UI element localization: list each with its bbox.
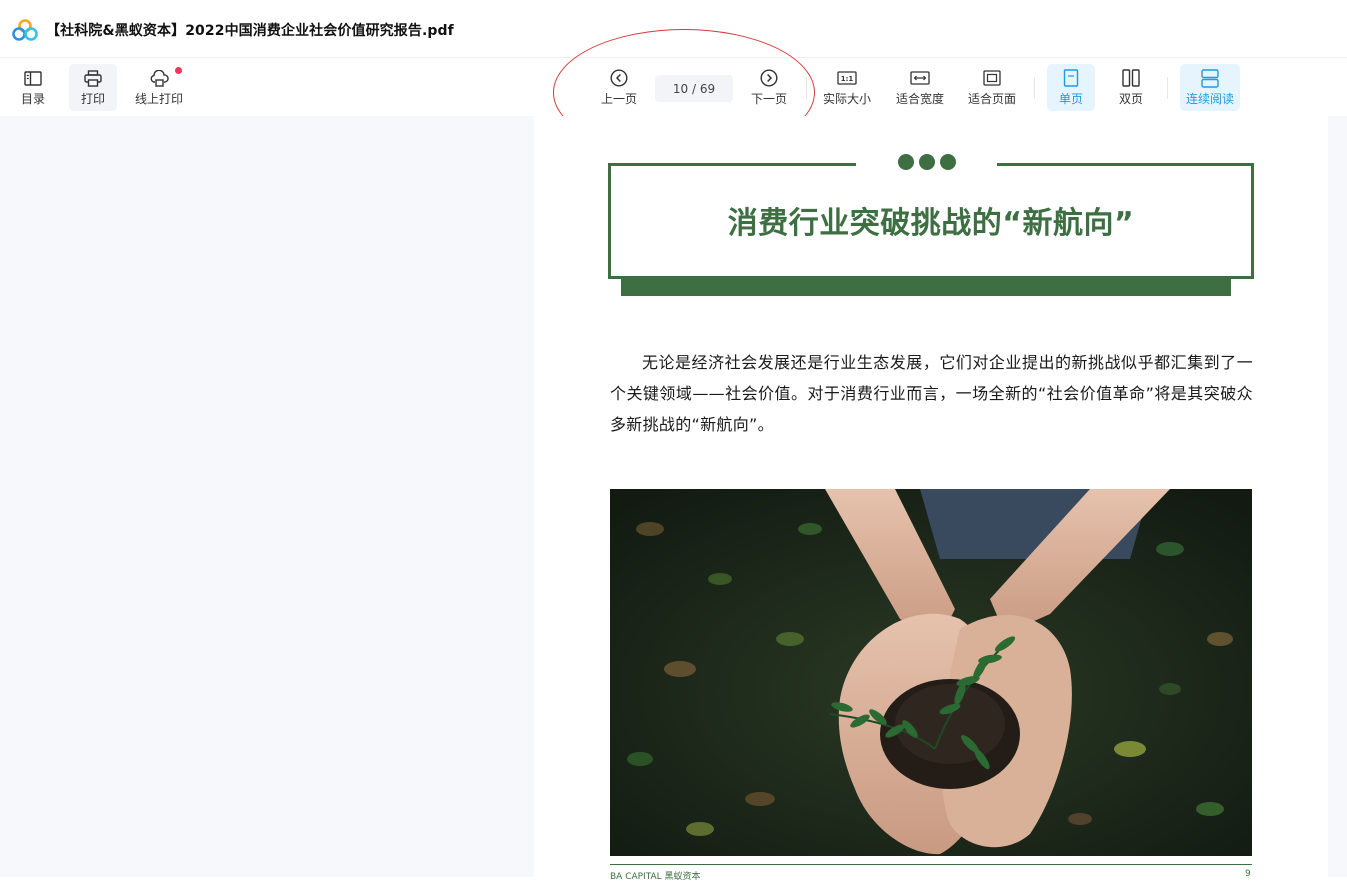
double-page-label: 双页 — [1118, 92, 1143, 106]
title-bar: 【社科院&黑蚁资本】2022中国消费企业社会价值研究报告.pdf — [0, 0, 1347, 58]
continuous-reading-button[interactable]: 连续阅读 — [1180, 64, 1240, 111]
seedling-in-hands-image — [610, 489, 1252, 856]
toc-label: 目录 — [20, 92, 45, 106]
decorative-dots — [898, 154, 956, 170]
sidebar-toc-icon — [24, 68, 42, 88]
document-title: 【社科院&黑蚁资本】2022中国消费企业社会价值研究报告.pdf — [46, 23, 454, 39]
notification-dot — [175, 67, 182, 74]
pdf-page: 消费行业突破挑战的“新航向” 无论是经济社会发展还是行业生态发展，它们对企业提出… — [534, 116, 1328, 882]
fit-width-label: 适合宽度 — [895, 92, 944, 106]
next-page-label: 下一页 — [750, 92, 787, 106]
app-logo-icon — [12, 19, 38, 41]
continuous-reading-label: 连续阅读 — [1185, 92, 1234, 106]
chevron-right-circle-icon — [760, 68, 778, 88]
section-heading: 消费行业突破挑战的“新航向” — [727, 206, 1135, 241]
double-page-button[interactable]: 双页 — [1107, 64, 1155, 111]
toolbar: 目录 打印 线上打印 上一页 10 / 69 下一页 1:1 实际大小 适合宽度… — [0, 59, 1347, 116]
cloud-print-icon — [150, 68, 169, 88]
body-paragraph: 无论是经济社会发展还是行业生态发展，它们对企业提出的新挑战似乎都汇集到了一个关键… — [610, 353, 1253, 434]
single-page-button[interactable]: 单页 — [1047, 64, 1095, 111]
printer-icon — [84, 68, 102, 88]
footer-page-number: 9 — [1245, 869, 1251, 879]
single-page-icon — [1063, 68, 1079, 88]
online-print-label: 线上打印 — [134, 92, 183, 106]
previous-page-label: 上一页 — [600, 92, 637, 106]
fit-width-button[interactable]: 适合宽度 — [891, 64, 949, 111]
actual-size-button[interactable]: 1:1 实际大小 — [818, 64, 876, 111]
fit-width-icon — [910, 68, 930, 88]
heading-underbar — [621, 279, 1231, 296]
toolbar-divider — [1034, 77, 1035, 99]
toolbar-divider — [1167, 77, 1168, 99]
fit-page-label: 适合页面 — [967, 92, 1016, 106]
fit-page-icon — [983, 68, 1001, 88]
page-number-input[interactable]: 10 / 69 — [655, 75, 733, 102]
footer-rule — [610, 864, 1252, 865]
continuous-scroll-icon — [1201, 68, 1219, 88]
toc-button[interactable]: 目录 — [10, 64, 56, 111]
print-button[interactable]: 打印 — [69, 64, 117, 111]
fit-page-button[interactable]: 适合页面 — [963, 64, 1021, 111]
one-to-one-icon: 1:1 — [837, 68, 857, 88]
chevron-left-circle-icon — [610, 68, 628, 88]
svg-text:1:1: 1:1 — [841, 75, 854, 83]
single-page-label: 单页 — [1058, 92, 1083, 106]
print-label: 打印 — [80, 92, 105, 106]
footer-brand: BA CAPITAL 黑蚁资本 — [610, 872, 701, 882]
toolbar-divider — [806, 77, 807, 99]
double-page-icon — [1122, 68, 1140, 88]
previous-page-button[interactable]: 上一页 — [594, 64, 644, 111]
next-page-button[interactable]: 下一页 — [744, 64, 794, 111]
actual-size-label: 实际大小 — [822, 92, 871, 106]
document-viewer[interactable]: 消费行业突破挑战的“新航向” 无论是经济社会发展还是行业生态发展，它们对企业提出… — [0, 116, 1347, 882]
